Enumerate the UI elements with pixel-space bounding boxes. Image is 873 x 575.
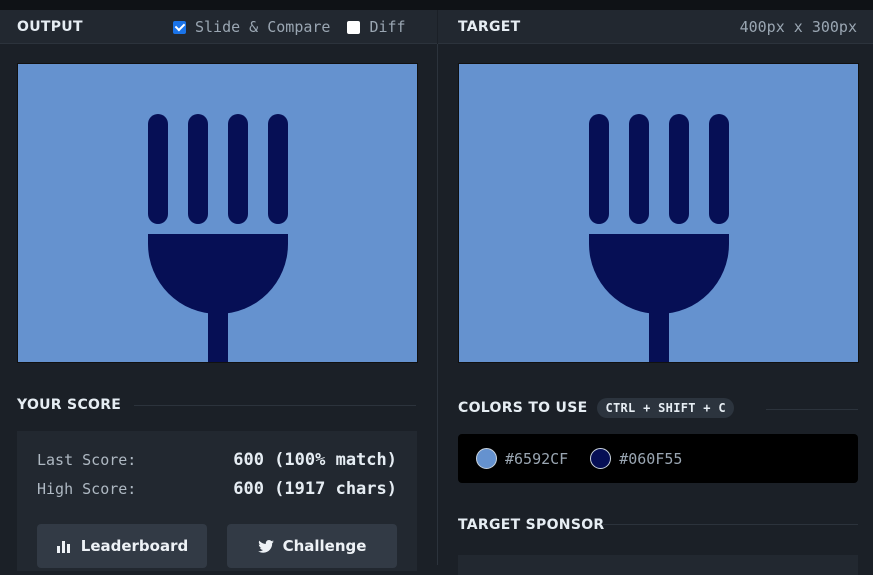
diff-toggle[interactable]: Diff [347, 18, 406, 36]
last-score-label: Last Score: [37, 451, 137, 469]
color-swatch-dark[interactable]: #060F55 [590, 448, 682, 469]
target-canvas [458, 63, 859, 363]
color-dot[interactable] [476, 448, 497, 469]
sponsor-box [458, 555, 858, 575]
top-strip [0, 0, 873, 10]
slide-compare-label: Slide & Compare [195, 18, 331, 36]
leaderboard-button[interactable]: Leaderboard [37, 524, 207, 568]
fork-image [18, 64, 417, 362]
view-options: Slide & Compare Diff [173, 10, 423, 44]
bar-chart-icon [56, 540, 70, 553]
colors-title-text: COLORS TO USE [458, 400, 588, 416]
high-score-row: High Score: 600 (1917 chars) [37, 479, 397, 499]
diff-checkbox[interactable] [347, 20, 361, 34]
sponsor-section-title: TARGET SPONSOR [458, 517, 605, 533]
color-code[interactable]: #6592CF [505, 450, 568, 468]
panel-divider[interactable] [437, 44, 438, 565]
leaderboard-label: Leaderboard [80, 537, 189, 555]
twitter-icon [257, 539, 274, 553]
challenge-button[interactable]: Challenge [227, 524, 397, 568]
last-score-value: 600 (100% match) [233, 450, 397, 470]
high-score-label: High Score: [37, 480, 137, 498]
copy-colors-shortcut: CTRL + SHIFT + C [597, 398, 734, 418]
slide-compare-checkbox[interactable] [173, 20, 186, 34]
color-code[interactable]: #060F55 [619, 450, 682, 468]
output-canvas[interactable] [17, 63, 418, 363]
last-score-row: Last Score: 600 (100% match) [37, 450, 397, 470]
target-title: TARGET [458, 18, 521, 35]
colors-section-title: COLORS TO USE CTRL + SHIFT + C [458, 398, 734, 418]
diff-label: Diff [369, 18, 406, 36]
target-fork-image [459, 64, 858, 362]
score-section-rule [134, 405, 416, 406]
color-dot[interactable] [590, 448, 612, 469]
colors-section-rule [766, 409, 858, 410]
colors-palette: #6592CF #060F55 [458, 434, 858, 483]
slide-compare-toggle[interactable]: Slide & Compare [173, 18, 330, 36]
high-score-value: 600 (1917 chars) [233, 479, 397, 499]
score-section-title: YOUR SCORE [17, 397, 122, 413]
target-header: TARGET 400px x 300px [438, 10, 873, 44]
output-header: OUTPUT Slide & Compare Diff [0, 10, 437, 44]
sponsor-section-rule [603, 524, 858, 525]
challenge-label: Challenge [282, 537, 367, 555]
output-title: OUTPUT [17, 18, 83, 35]
target-dimensions: 400px x 300px [739, 17, 857, 36]
color-swatch-light[interactable]: #6592CF [476, 448, 568, 469]
